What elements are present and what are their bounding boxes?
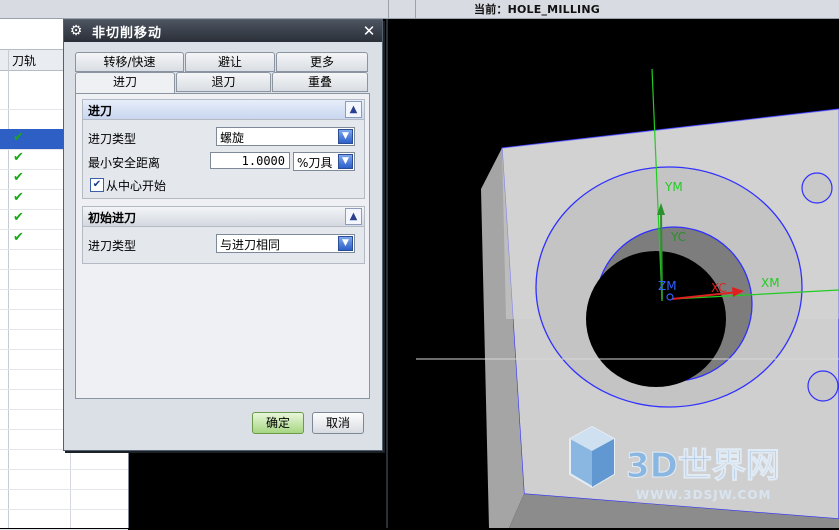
min-clearance-unit-value: %刀具	[297, 156, 333, 170]
from-center-label: 从中心开始	[106, 179, 167, 193]
engage-group-title: 进刀	[88, 104, 113, 118]
initial-engage-group-title: 初始进刀	[88, 211, 137, 225]
small-hole-2	[807, 370, 839, 402]
navigator-row[interactable]	[0, 489, 128, 510]
check-icon: ✔	[13, 210, 24, 225]
check-icon: ✔	[13, 130, 24, 145]
check-icon: ✔	[13, 150, 24, 165]
tab-more[interactable]: 更多	[276, 52, 368, 72]
watermark-brand: 3D世界网	[626, 446, 780, 486]
ym-label: YM	[664, 180, 683, 194]
check-icon: ✔	[13, 190, 24, 205]
chevron-down-icon[interactable]: ▼	[338, 129, 353, 144]
viewport-border	[386, 19, 388, 528]
gear-icon[interactable]: ⚙	[68, 23, 84, 39]
xc-label: XC	[711, 281, 727, 295]
tab-transfer-rapid[interactable]: 转移/快速	[75, 52, 184, 72]
engage-type-select[interactable]: 螺旋 ▼	[216, 127, 355, 146]
initial-engage-group-body: 进刀类型 与进刀相同 ▼	[82, 227, 365, 264]
bore-hole	[586, 251, 726, 387]
non-cutting-moves-dialog: ⚙ 非切削移动 ✕ 转移/快速 避让 更多 进刀 退刀 重叠 进刀 ▲ 进刀类型…	[63, 19, 383, 451]
check-icon: ✔	[13, 170, 24, 185]
min-clearance-input[interactable]: 1.0000	[210, 152, 290, 169]
close-button[interactable]: ✕	[360, 22, 378, 40]
tab-overlap[interactable]: 重叠	[272, 72, 368, 92]
toolpath-column-title[interactable]: 刀轨	[12, 52, 36, 69]
chevron-up-icon[interactable]: ▲	[345, 208, 362, 225]
small-hole-1	[801, 172, 833, 204]
graphics-viewport[interactable]: YM YC ZM XC XM 3D世界网 WWW.3DSJW.COM	[386, 19, 839, 528]
engage-type-value: 螺旋	[220, 131, 245, 145]
dialog-title: 非切削移动	[92, 26, 163, 41]
chevron-down-icon[interactable]: ▼	[338, 236, 353, 251]
navigator-row[interactable]	[0, 449, 128, 470]
navigator-row[interactable]	[0, 509, 128, 530]
divider	[415, 0, 416, 18]
part-3d-view[interactable]: YM YC ZM XC XM 3D世界网 WWW.3DSJW.COM	[386, 19, 839, 528]
cancel-button[interactable]: 取消	[312, 412, 364, 434]
initial-engage-type-select[interactable]: 与进刀相同 ▼	[216, 234, 355, 253]
top-status-bar: 当前：HOLE_MILLING	[0, 0, 839, 19]
ok-button[interactable]: 确定	[252, 412, 304, 434]
divider	[388, 0, 389, 18]
dialog-titlebar[interactable]: ⚙ 非切削移动 ✕	[64, 20, 382, 42]
initial-engage-type-value: 与进刀相同	[220, 238, 281, 252]
min-clearance-label: 最小安全距离	[88, 156, 161, 170]
engage-group-header[interactable]: 进刀 ▲	[82, 99, 365, 120]
yc-label: YC	[670, 230, 686, 244]
navigator-row[interactable]	[0, 469, 128, 490]
engage-group-body: 进刀类型 螺旋 ▼ 最小安全距离 1.0000 %刀具 ▼ ✔ 从中心开始	[82, 120, 365, 199]
watermark-url: WWW.3DSJW.COM	[636, 488, 771, 502]
xm-label: XM	[761, 276, 780, 290]
chevron-up-icon[interactable]: ▲	[345, 101, 362, 118]
initial-engage-group-header[interactable]: 初始进刀 ▲	[82, 206, 365, 227]
check-icon: ✔	[13, 230, 24, 245]
initial-engage-type-label: 进刀类型	[88, 239, 137, 253]
min-clearance-unit-select[interactable]: %刀具 ▼	[293, 152, 355, 171]
current-operation-label: 当前：HOLE_MILLING	[474, 3, 600, 16]
tab-engage[interactable]: 进刀	[75, 72, 175, 93]
tab-retract[interactable]: 退刀	[176, 72, 271, 92]
engage-type-label: 进刀类型	[88, 132, 137, 146]
from-center-checkbox[interactable]: ✔	[90, 178, 104, 192]
engage-tab-panel: 进刀 ▲ 进刀类型 螺旋 ▼ 最小安全距离 1.0000 %刀具 ▼ ✔ 从中心…	[75, 93, 370, 399]
zm-label: ZM	[658, 279, 677, 293]
chevron-down-icon[interactable]: ▼	[338, 154, 353, 169]
tab-avoidance[interactable]: 避让	[185, 52, 275, 72]
